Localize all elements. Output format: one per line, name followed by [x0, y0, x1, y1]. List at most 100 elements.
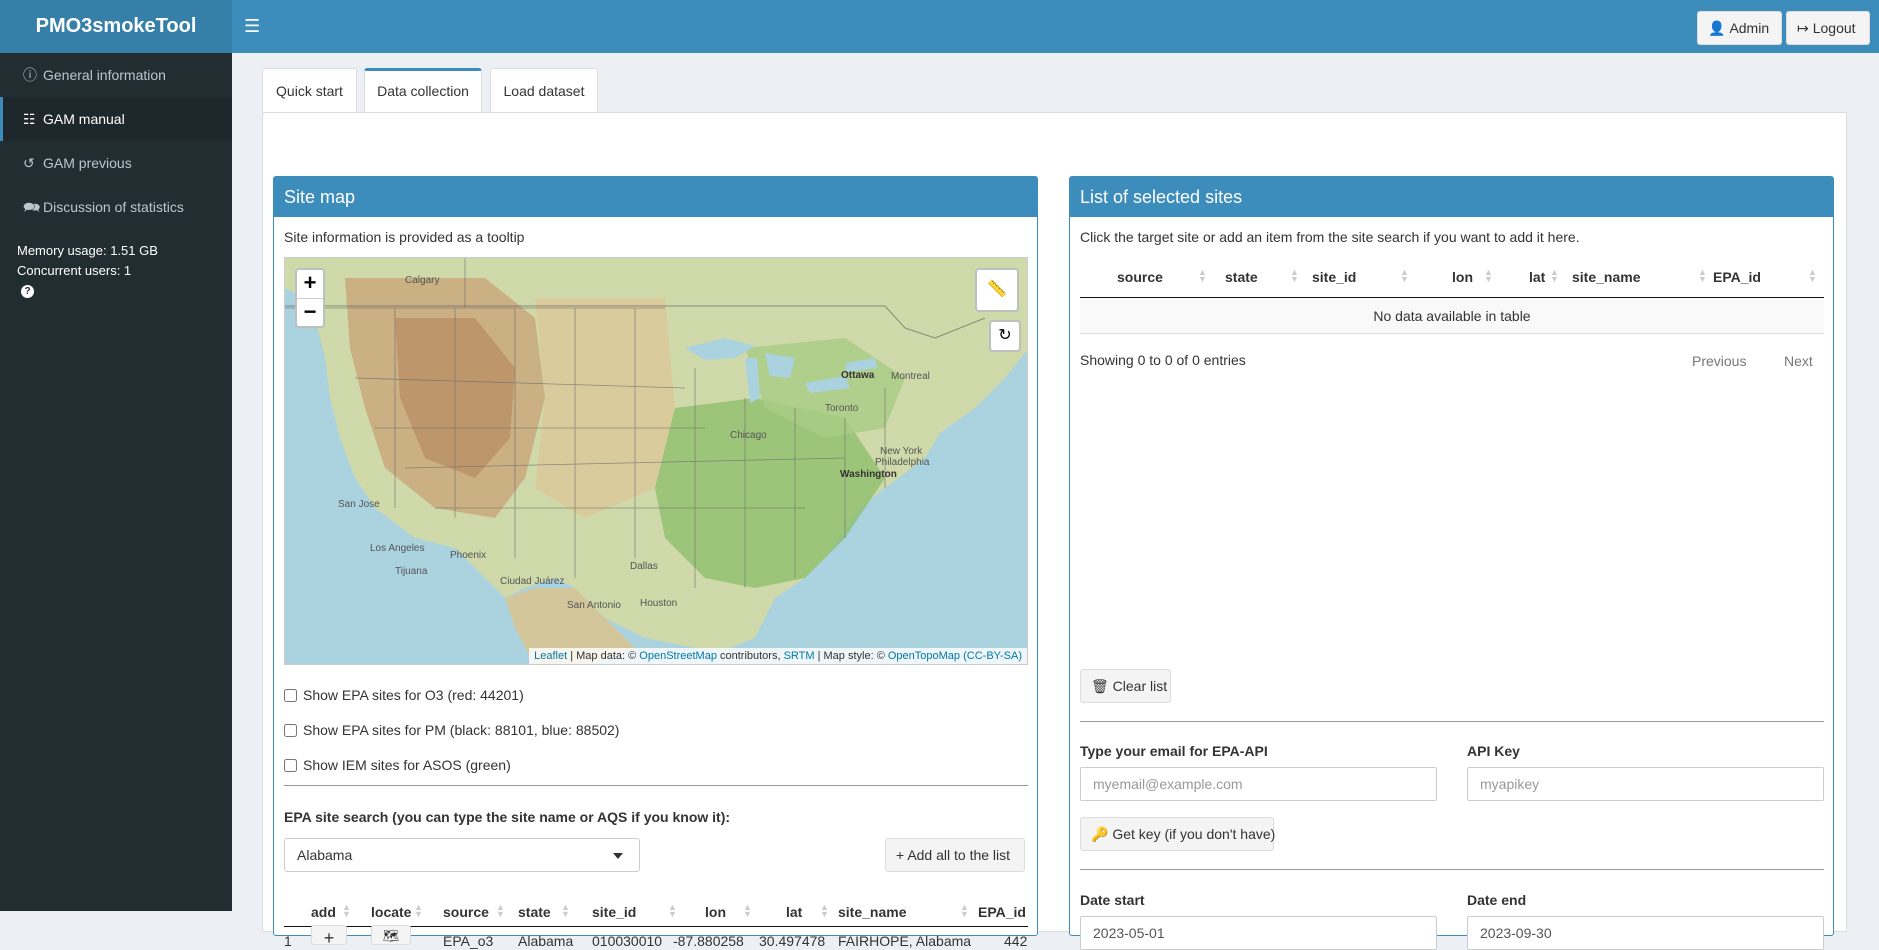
get-key-button[interactable]: 🔑 Get key (if you don't have) [1080, 817, 1275, 851]
sidebar-toggle-icon[interactable]: ☰ [244, 14, 264, 38]
city-label: Phoenix [450, 550, 487, 561]
leaflet-map[interactable]: Calgary Ottawa Montreal Toronto Chicago … [284, 257, 1028, 665]
locate-site-button[interactable]: 🗺 [371, 925, 411, 945]
tab-data-collection[interactable]: Data collection [364, 68, 482, 113]
api-key-input[interactable] [1467, 767, 1824, 801]
col-lon[interactable]: lon [705, 904, 726, 920]
divider [1080, 869, 1824, 870]
date-end-label: Date end [1467, 892, 1527, 908]
site-map-title: Site map [274, 177, 1037, 217]
sidebar-item-general-information[interactable]: ⓘ General information [0, 53, 232, 97]
col-lat[interactable]: lat [1529, 269, 1545, 285]
city-label: Washington [840, 469, 897, 480]
col-add[interactable]: add [311, 904, 336, 920]
col-locate[interactable]: locate [371, 904, 411, 920]
concurrent-users: Concurrent users: 1 [17, 263, 132, 278]
sort-icon: ▲ ▼ [1400, 267, 1409, 284]
zoom-control: + − [295, 268, 325, 328]
map-attribution: Leaflet | Map data: © OpenStreetMap cont… [529, 648, 1027, 664]
top-header: PMO3smokeTool ☰ 👤 Admin ↦ Logout [0, 0, 1879, 53]
logout-button[interactable]: ↦ Logout [1786, 11, 1870, 45]
sort-icon: ▲ ▼ [1550, 267, 1559, 284]
col-epa-id[interactable]: EPA_id [978, 904, 1026, 920]
sort-icon: ▲ ▼ [668, 902, 677, 919]
add-site-button[interactable]: + [311, 925, 347, 948]
admin-button[interactable]: 👤 Admin [1697, 11, 1782, 45]
col-lon[interactable]: lon [1452, 269, 1473, 285]
checkbox-epa-pm-input[interactable] [284, 724, 297, 737]
col-source[interactable]: source [443, 904, 489, 920]
leaflet-link[interactable]: Leaflet [534, 650, 567, 662]
checkbox-iem-asos-input[interactable] [284, 759, 297, 772]
date-start-input[interactable] [1080, 916, 1437, 950]
zoom-in-button[interactable]: + [297, 270, 323, 298]
reset-view-button[interactable]: ↻ [989, 320, 1021, 352]
sort-icon: ▲ ▼ [820, 902, 829, 919]
key-icon: 🔑 [1091, 826, 1109, 842]
question-circle-icon[interactable]: ? [21, 285, 34, 298]
opentopomap-link[interactable]: OpenTopoMap [888, 650, 960, 662]
checkbox-epa-pm[interactable]: Show EPA sites for PM (black: 88101, blu… [284, 720, 619, 740]
sort-icon: ▲ ▼ [1290, 267, 1299, 284]
sidebar-item-gam-previous[interactable]: ↺ GAM previous [0, 141, 232, 185]
email-input[interactable] [1080, 767, 1437, 801]
col-site-id[interactable]: site_id [1312, 269, 1356, 285]
checkbox-epa-o3[interactable]: Show EPA sites for O3 (red: 44201) [284, 685, 524, 705]
reset-icon: ↻ [998, 327, 1012, 344]
measure-button[interactable]: 📏 [975, 268, 1019, 312]
clear-list-button[interactable]: 🗑 Clear list [1080, 669, 1171, 703]
col-lat[interactable]: lat [786, 904, 802, 920]
add-all-button[interactable]: + Add all to the list [885, 838, 1025, 872]
osm-link[interactable]: OpenStreetMap [639, 650, 717, 662]
city-label: Tijuana [395, 566, 428, 577]
checkbox-epa-o3-input[interactable] [284, 689, 297, 702]
next-page-button[interactable]: Next [1784, 353, 1813, 369]
srtm-link[interactable]: SRTM [784, 650, 815, 662]
license-link[interactable]: (CC-BY-SA) [963, 650, 1022, 662]
comments-icon: 🗪 [23, 199, 41, 215]
sidebar-item-discussion-of-statistics[interactable]: 🗪 Discussion of statistics [0, 185, 232, 229]
sort-icon: ▲ ▼ [1484, 267, 1493, 284]
city-label: Philadelphia [875, 457, 930, 468]
selected-sites-title: List of selected sites [1070, 177, 1833, 217]
checkbox-iem-asos[interactable]: Show IEM sites for ASOS (green) [284, 755, 511, 775]
col-site-name[interactable]: site_name [1572, 269, 1640, 285]
plus-icon: + [896, 847, 905, 863]
logout-icon: ↦ [1797, 20, 1809, 36]
city-label: San Antonio [567, 600, 621, 611]
sort-icon: ▲ ▼ [1698, 267, 1707, 284]
memory-usage: Memory usage: 1.51 GB [17, 243, 158, 258]
col-site-id[interactable]: site_id [592, 904, 636, 920]
col-state[interactable]: state [518, 904, 551, 920]
city-label: Dallas [630, 561, 658, 572]
previous-page-button[interactable]: Previous [1692, 353, 1746, 369]
user-gear-icon: 👤 [1708, 20, 1726, 36]
sitemap-icon: ☷ [23, 111, 36, 127]
api-key-label: API Key [1467, 743, 1520, 759]
city-label: Calgary [405, 275, 440, 286]
app-brand[interactable]: PMO3smokeTool [0, 0, 232, 53]
col-epa-id[interactable]: EPA_id [1713, 269, 1761, 285]
tab-quick-start[interactable]: Quick start [262, 68, 357, 113]
email-label: Type your email for EPA-API [1080, 743, 1268, 759]
zoom-out-button[interactable]: − [297, 298, 323, 326]
epa-site-search-label: EPA site search (you can type the site n… [284, 809, 731, 825]
city-label: New York [880, 446, 923, 457]
date-start-label: Date start [1080, 892, 1145, 908]
ruler-icon: 📏 [987, 281, 1007, 298]
col-source[interactable]: source [1117, 269, 1163, 285]
city-label: Houston [640, 598, 678, 609]
date-end-input[interactable] [1467, 916, 1824, 950]
city-label: Montreal [891, 371, 930, 382]
site-map-note: Site information is provided as a toolti… [284, 229, 525, 245]
col-site-name[interactable]: site_name [838, 904, 906, 920]
sort-icon: ▲ ▼ [1198, 267, 1207, 284]
sidebar-item-gam-manual[interactable]: ☷ GAM manual [0, 97, 232, 141]
table-info: Showing 0 to 0 of 0 entries [1080, 352, 1246, 368]
divider [284, 785, 1028, 786]
tab-load-dataset[interactable]: Load dataset [490, 68, 598, 113]
sort-icon: ▲ ▼ [743, 902, 752, 919]
city-label: Ottawa [841, 370, 875, 381]
col-state[interactable]: state [1225, 269, 1258, 285]
state-select[interactable]: Alabama [284, 838, 640, 872]
